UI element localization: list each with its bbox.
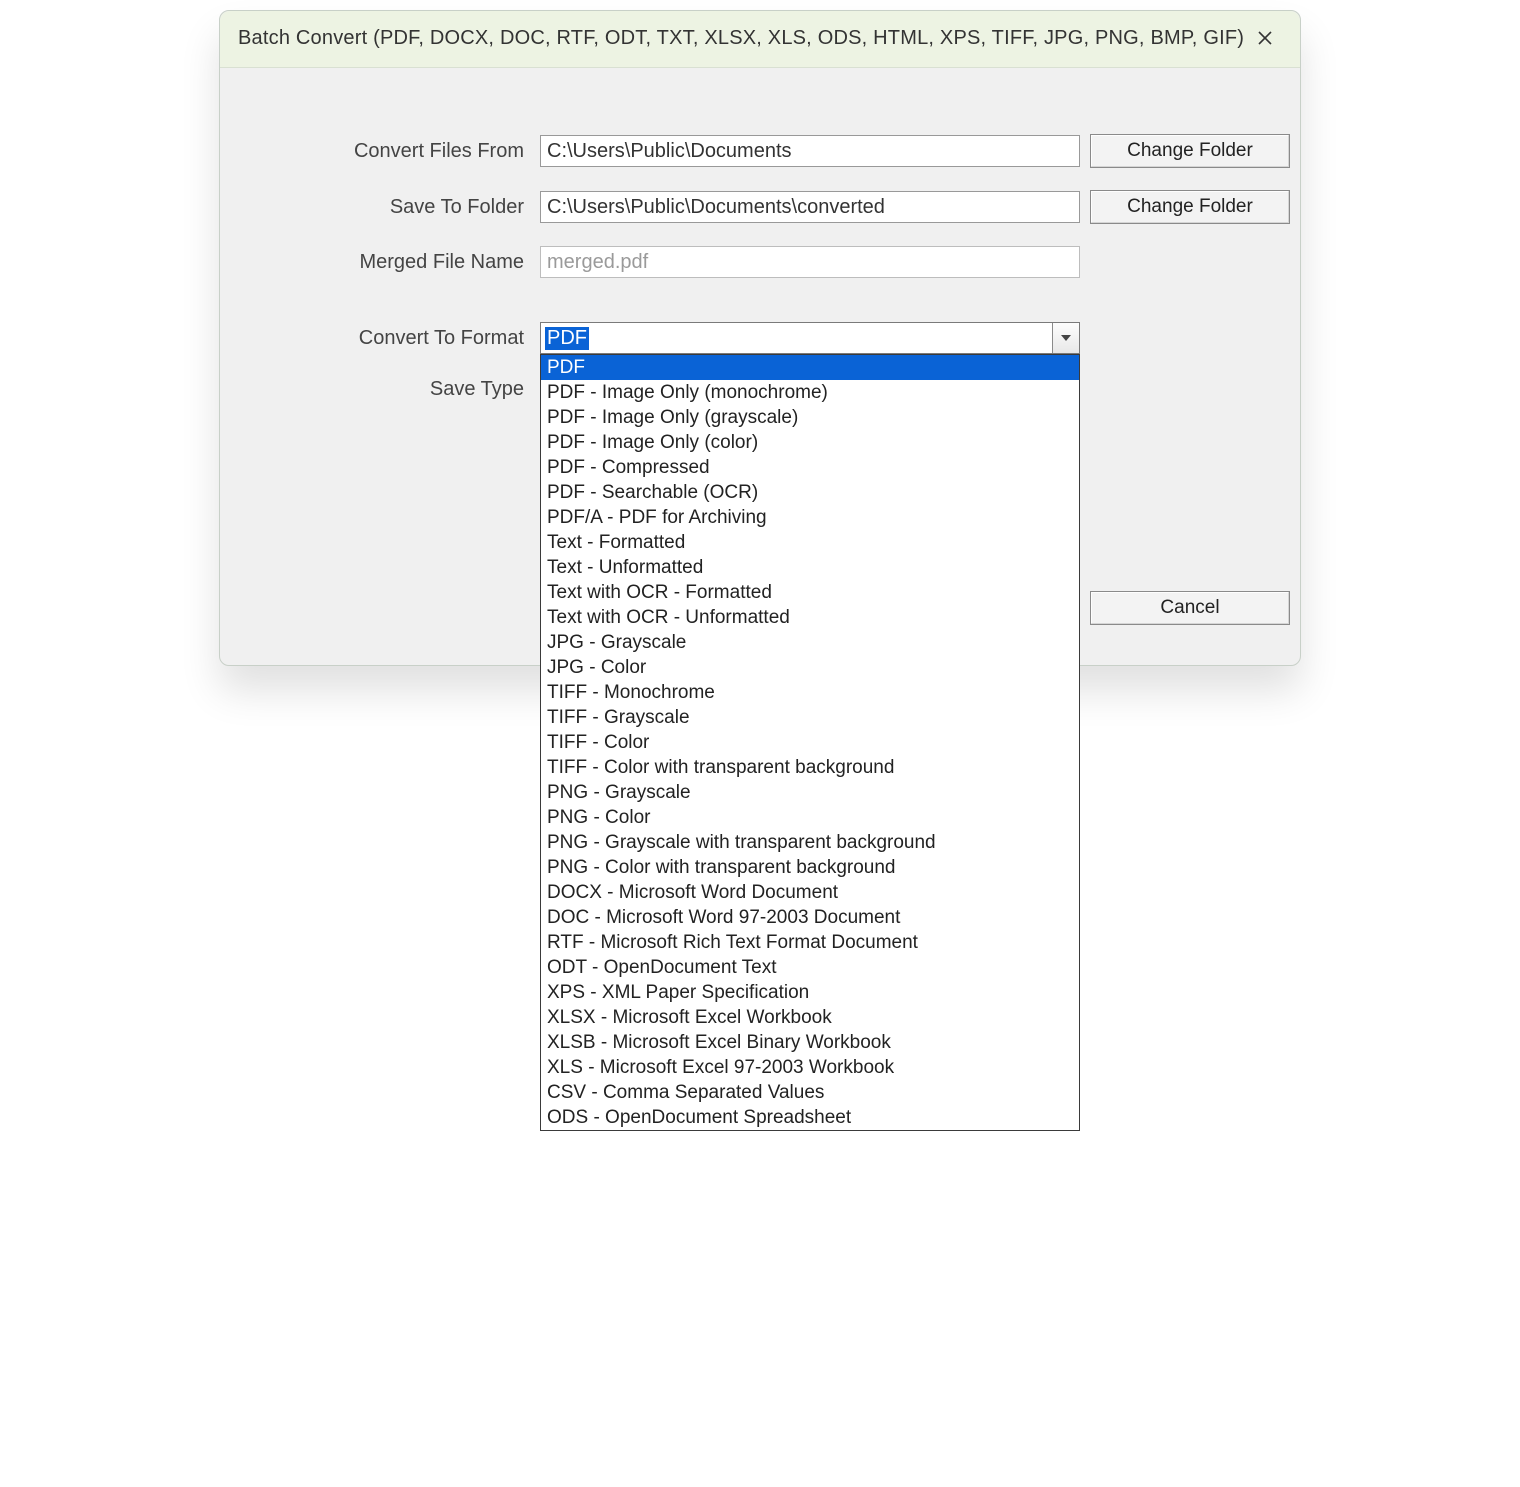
format-option[interactable]: PDF - Image Only (color) (541, 430, 1079, 455)
change-folder-from-button[interactable]: Change Folder (1090, 134, 1290, 168)
format-option[interactable]: CSV - Comma Separated Values (541, 1080, 1079, 1105)
format-option[interactable]: PDF - Image Only (monochrome) (541, 380, 1079, 405)
titlebar: Batch Convert (PDF, DOCX, DOC, RTF, ODT,… (220, 11, 1300, 68)
format-option[interactable]: XLS - Microsoft Excel 97-2003 Workbook (541, 1055, 1079, 1080)
format-option[interactable]: Text with OCR - Formatted (541, 580, 1079, 605)
cancel-button[interactable]: Cancel (1090, 591, 1290, 625)
window-title: Batch Convert (PDF, DOCX, DOC, RTF, ODT,… (238, 27, 1244, 50)
combo-arrow[interactable] (1052, 323, 1079, 353)
format-option[interactable]: TIFF - Color (541, 730, 1079, 755)
format-option[interactable]: PDF - Image Only (grayscale) (541, 405, 1079, 430)
format-option[interactable]: PNG - Color with transparent background (541, 855, 1079, 880)
row-merged-name: Merged File Name (240, 246, 1280, 278)
format-option[interactable]: ODS - OpenDocument Spreadsheet (541, 1105, 1079, 1130)
row-convert-to-format: Convert To Format PDF PDFPDF - Image Onl… (240, 322, 1280, 354)
dialog-body: Convert Files From Change Folder Save To… (220, 68, 1300, 665)
chevron-down-icon (1061, 335, 1071, 341)
format-option[interactable]: PDF (541, 355, 1079, 380)
format-option[interactable]: TIFF - Color with transparent background (541, 755, 1079, 780)
format-option[interactable]: XLSB - Microsoft Excel Binary Workbook (541, 1030, 1079, 1055)
format-option[interactable]: PDF - Searchable (OCR) (541, 480, 1079, 505)
format-option[interactable]: DOC - Microsoft Word 97-2003 Document (541, 905, 1079, 930)
merged-name-input (540, 246, 1080, 278)
label-merged-name: Merged File Name (240, 251, 530, 274)
format-option[interactable]: DOCX - Microsoft Word Document (541, 880, 1079, 905)
label-convert-to-format: Convert To Format (240, 327, 530, 350)
format-option[interactable]: TIFF - Monochrome (541, 680, 1079, 705)
format-dropdown[interactable]: PDFPDF - Image Only (monochrome)PDF - Im… (540, 354, 1080, 1131)
format-selected-value: PDF (541, 323, 1052, 353)
format-option[interactable]: XLSX - Microsoft Excel Workbook (541, 1005, 1079, 1030)
batch-convert-dialog: Batch Convert (PDF, DOCX, DOC, RTF, ODT,… (219, 10, 1301, 666)
format-option[interactable]: XPS - XML Paper Specification (541, 980, 1079, 1005)
format-option[interactable]: Text - Unformatted (541, 555, 1079, 580)
format-option[interactable]: PNG - Grayscale with transparent backgro… (541, 830, 1079, 855)
format-option[interactable]: TIFF - Grayscale (541, 705, 1079, 730)
format-option[interactable]: RTF - Microsoft Rich Text Format Documen… (541, 930, 1079, 955)
row-convert-from: Convert Files From Change Folder (240, 134, 1280, 168)
close-icon (1257, 30, 1273, 46)
format-option[interactable]: PNG - Color (541, 805, 1079, 830)
format-option[interactable]: JPG - Grayscale (541, 630, 1079, 655)
format-option[interactable]: Text - Formatted (541, 530, 1079, 555)
row-save-to: Save To Folder Change Folder (240, 190, 1280, 224)
format-option[interactable]: PNG - Grayscale (541, 780, 1079, 805)
format-combo-wrap: PDF PDFPDF - Image Only (monochrome)PDF … (540, 322, 1080, 354)
close-button[interactable] (1248, 21, 1282, 55)
format-option[interactable]: PDF/A - PDF for Archiving (541, 505, 1079, 530)
change-folder-to-button[interactable]: Change Folder (1090, 190, 1290, 224)
format-selected-text: PDF (545, 327, 589, 350)
label-convert-from: Convert Files From (240, 140, 530, 163)
save-to-input[interactable] (540, 191, 1080, 223)
label-save-to: Save To Folder (240, 196, 530, 219)
label-save-type: Save Type (240, 376, 530, 401)
format-option[interactable]: Text with OCR - Unformatted (541, 605, 1079, 630)
format-option[interactable]: PDF - Compressed (541, 455, 1079, 480)
convert-from-input[interactable] (540, 135, 1080, 167)
format-combobox[interactable]: PDF (540, 322, 1080, 354)
format-option[interactable]: JPG - Color (541, 655, 1079, 680)
format-option[interactable]: ODT - OpenDocument Text (541, 955, 1079, 980)
